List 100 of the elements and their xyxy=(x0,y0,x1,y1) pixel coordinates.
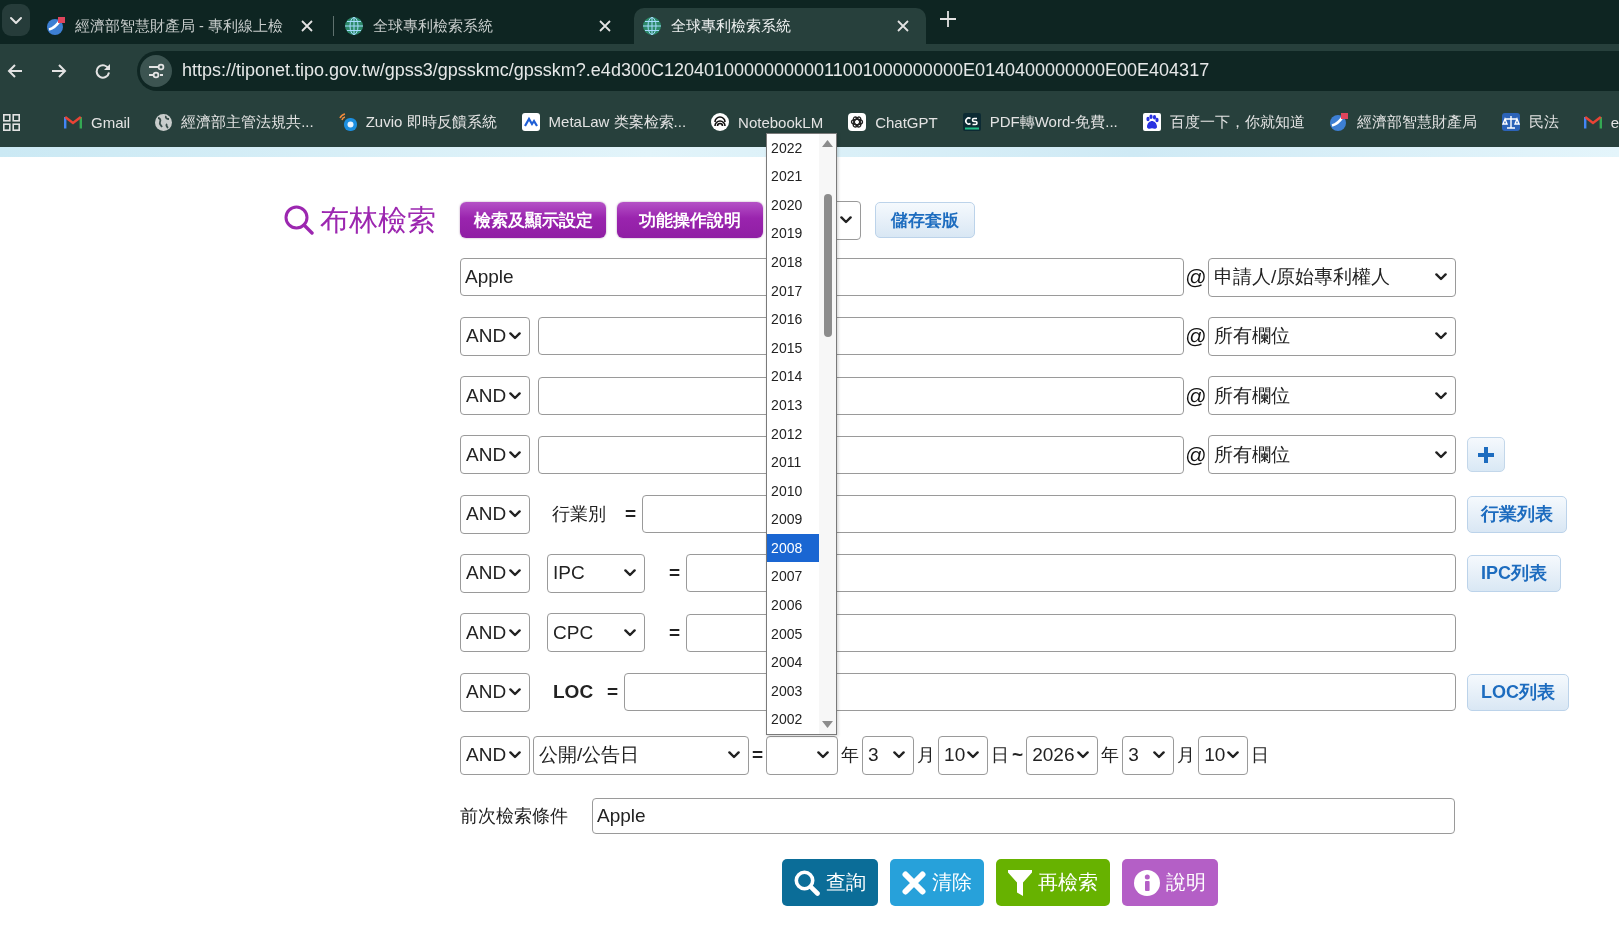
bookmark-link[interactable]: Gmail xyxy=(64,113,131,131)
list-button[interactable]: IPC列表 xyxy=(1467,555,1561,592)
chevron-down-icon[interactable] xyxy=(2,4,30,36)
bookmark-link[interactable]: ChatGPT xyxy=(848,113,938,131)
close-icon[interactable] xyxy=(599,20,611,32)
browser-tab[interactable]: 全球專利檢索系統 xyxy=(336,8,628,44)
dropdown-option[interactable]: 2022 xyxy=(767,133,820,163)
tile-icon xyxy=(962,113,981,131)
close-icon[interactable] xyxy=(301,20,313,32)
caret-icon xyxy=(840,216,852,224)
dropdown-option[interactable]: 2016 xyxy=(767,305,820,334)
operator-select[interactable]: AND xyxy=(460,435,530,475)
date-unit: 月 xyxy=(1177,744,1196,768)
dropdown-option[interactable]: 2012 xyxy=(767,419,820,449)
operator-select[interactable]: AND xyxy=(460,554,530,593)
dropdown-option[interactable]: 2015 xyxy=(767,333,820,363)
date-unit: 月 xyxy=(917,744,936,768)
swoosh-icon xyxy=(47,17,65,35)
save-template-button[interactable]: 儲存套版 xyxy=(875,202,975,238)
field-select[interactable]: 所有欄位 xyxy=(1208,435,1456,475)
forward-icon[interactable] xyxy=(51,62,67,79)
dropdown-option[interactable]: 2021 xyxy=(767,162,820,191)
bookmark-link[interactable]: e xyxy=(1583,113,1619,131)
bookmark-link[interactable]: NotebookLM xyxy=(711,113,824,131)
plus-icon[interactable] xyxy=(940,11,956,27)
scrollbar[interactable] xyxy=(819,133,837,734)
dropdown-option[interactable]: 2008 xyxy=(767,533,820,563)
bookmark-link[interactable]: 經濟部主管法規共... xyxy=(155,112,314,132)
operator-select[interactable]: AND xyxy=(460,613,530,653)
code-field[interactable] xyxy=(624,673,1456,712)
date-field-select[interactable]: 公開/公告日 xyxy=(533,735,749,775)
bookmark-link[interactable]: Zuvio 即時反饋系統 xyxy=(338,112,497,132)
dropdown-option[interactable]: 2004 xyxy=(767,648,820,677)
caret-icon xyxy=(1077,751,1090,760)
scroll-thumb[interactable] xyxy=(823,193,832,337)
field-select[interactable]: 所有欄位 xyxy=(1208,316,1456,356)
dropdown-option[interactable]: 2013 xyxy=(767,390,820,420)
list-button[interactable]: LOC列表 xyxy=(1467,673,1569,711)
back-icon[interactable] xyxy=(7,62,23,79)
date-select[interactable] xyxy=(766,735,839,775)
reload-icon[interactable] xyxy=(95,62,111,79)
scheme-select[interactable]: IPC xyxy=(547,554,645,593)
browser-tab[interactable]: 經濟部智慧財產局 - 專利線上檢 xyxy=(38,8,330,44)
dropdown-option[interactable]: 2019 xyxy=(767,219,820,248)
dropdown-option[interactable]: 2009 xyxy=(767,505,820,534)
close-icon[interactable] xyxy=(897,20,909,32)
bookmark-link[interactable]: 經濟部智慧財產局 xyxy=(1329,112,1477,132)
signal-icon xyxy=(338,113,357,131)
scroll-down-icon[interactable] xyxy=(822,720,834,728)
bookmark-link[interactable]: 民法 xyxy=(1501,112,1559,132)
operator-select[interactable]: AND xyxy=(460,672,530,712)
date-select[interactable]: 3 xyxy=(1122,735,1175,775)
at-sign: @ xyxy=(1184,383,1208,408)
dropdown-option[interactable]: 2003 xyxy=(767,676,820,706)
sliders-icon[interactable] xyxy=(140,54,172,87)
apps-grid-icon[interactable] xyxy=(3,113,20,131)
operator-select[interactable]: AND xyxy=(460,316,530,356)
browser-tab[interactable]: 全球專利檢索系統 xyxy=(634,8,926,44)
operation-guide-button[interactable]: 功能操作說明 xyxy=(617,202,763,238)
date-select[interactable]: 10 xyxy=(1198,735,1249,775)
operator-select[interactable]: AND xyxy=(460,494,530,534)
dropdown-option[interactable]: 2010 xyxy=(767,476,820,506)
bookmark-link[interactable]: PDF轉Word-免費... xyxy=(962,112,1118,132)
list-button[interactable]: 行業列表 xyxy=(1467,495,1567,533)
caret-icon xyxy=(967,751,980,760)
caret-icon xyxy=(624,569,636,578)
date-select[interactable]: 3 xyxy=(862,735,915,775)
operator-select[interactable]: AND xyxy=(460,735,530,775)
dropdown-option[interactable]: 2011 xyxy=(767,448,820,477)
bookmark-link[interactable]: 百度一下，你就知道 xyxy=(1142,112,1305,132)
dropdown-option[interactable]: 2007 xyxy=(767,562,820,592)
help-button[interactable]: 說明 xyxy=(1122,859,1218,907)
add-row-button[interactable] xyxy=(1467,437,1505,473)
knot-icon xyxy=(848,113,867,131)
search-button[interactable]: 查詢 xyxy=(782,859,878,907)
field-select[interactable]: 所有欄位 xyxy=(1208,376,1456,416)
caret-icon xyxy=(509,688,521,697)
equals-sign: = xyxy=(669,562,681,585)
address-bar[interactable]: https://tiponet.tipo.gov.tw/gpss3/gpsskmc/gpsskm?.e4d300C120401000000000011001000000000E0140400000000E00E404317 xyxy=(137,50,1619,91)
caret-icon xyxy=(1227,751,1240,760)
previous-query-field[interactable]: Apple xyxy=(592,798,1455,835)
dropdown-option[interactable]: 2014 xyxy=(767,362,820,391)
code-field[interactable] xyxy=(642,495,1456,534)
field-select[interactable]: 申請人/原始專利權人 xyxy=(1208,257,1456,297)
search-settings-button[interactable]: 檢索及顯示設定 xyxy=(460,202,606,238)
filter-icon xyxy=(1008,869,1032,896)
dropdown-option[interactable]: 2002 xyxy=(767,705,820,735)
code-field[interactable] xyxy=(686,554,1456,593)
date-unit: 日 xyxy=(991,744,1010,768)
globe-icon xyxy=(643,17,661,35)
date-select[interactable]: 10 xyxy=(938,735,989,775)
date-select[interactable]: 2026 xyxy=(1026,735,1099,775)
dropdown-option[interactable]: 2020 xyxy=(767,190,820,220)
code-field[interactable] xyxy=(686,613,1456,652)
scheme-select[interactable]: CPC xyxy=(547,613,645,653)
cross-icon xyxy=(902,870,926,895)
bookmark-link[interactable]: MetaLaw 类案检索... xyxy=(521,112,687,132)
operator-select[interactable]: AND xyxy=(460,376,530,416)
dropdown-option[interactable]: 2006 xyxy=(767,591,820,620)
dropdown-option[interactable]: 2005 xyxy=(767,619,820,649)
